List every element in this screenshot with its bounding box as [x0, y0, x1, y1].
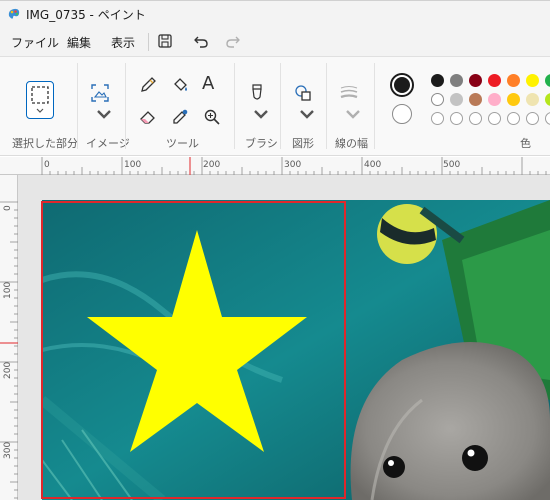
group-label-tools: ツール: [166, 137, 199, 150]
line-width-icon[interactable]: [339, 83, 359, 103]
chevron-down-icon[interactable]: [297, 105, 317, 125]
palette-empty-slot[interactable]: [488, 112, 501, 125]
ruler-top-ticks: [41, 157, 547, 175]
group-separator: [326, 63, 327, 149]
title-bar: IMG_0735 - ペイント: [0, 0, 550, 26]
palette-color[interactable]: [450, 74, 463, 87]
palette-empty-slot[interactable]: [545, 112, 550, 125]
palette-empty-slot[interactable]: [469, 112, 482, 125]
ruler-top-label: 200: [203, 160, 221, 170]
ribbon-toolbar: 選択した部分 イメージ A ツール ブラシ 図形 線の幅 色: [0, 56, 550, 156]
chevron-down-icon[interactable]: [343, 105, 363, 125]
group-label-brushes: ブラシ: [245, 137, 278, 150]
image-icon[interactable]: [90, 83, 110, 103]
ruler-top-label: 0: [44, 160, 50, 170]
group-separator: [280, 63, 281, 149]
menu-edit[interactable]: 編集: [67, 34, 91, 51]
redo-icon[interactable]: [223, 31, 243, 51]
group-label-shapes: 図形: [292, 137, 314, 150]
rectangle-select-icon: [31, 86, 49, 104]
palette-color[interactable]: [450, 93, 463, 106]
ruler-left-label: 200: [3, 361, 13, 379]
undo-icon[interactable]: [191, 31, 211, 51]
group-separator: [77, 63, 78, 149]
primary-color-swatch[interactable]: [390, 73, 414, 97]
menu-view[interactable]: 表示: [111, 34, 135, 51]
selection-button[interactable]: [26, 81, 54, 119]
ruler-left: 0 100 200 300: [0, 175, 18, 500]
palette-color[interactable]: [431, 93, 444, 106]
group-label-line-width: 線の幅: [335, 137, 368, 150]
palette-empty-slot[interactable]: [526, 112, 539, 125]
palette-color[interactable]: [469, 74, 482, 87]
ruler-left-label: 300: [3, 441, 13, 459]
save-icon[interactable]: [155, 31, 175, 51]
ruler-top-label: 100: [124, 160, 142, 170]
palette-color[interactable]: [488, 74, 501, 87]
secondary-color-swatch[interactable]: [392, 104, 412, 124]
palette-color[interactable]: [526, 93, 539, 106]
primary-color-fill: [394, 77, 410, 93]
palette-color[interactable]: [526, 74, 539, 87]
brush-icon[interactable]: [247, 83, 267, 103]
palette-color[interactable]: [488, 93, 501, 106]
group-label-selection: 選択した部分: [12, 137, 78, 150]
paint-app-icon: [8, 8, 20, 19]
color-picker-icon[interactable]: [170, 107, 190, 127]
group-separator: [374, 63, 375, 149]
fill-bucket-icon[interactable]: [170, 75, 190, 95]
palette-color[interactable]: [507, 93, 520, 106]
palette-color[interactable]: [469, 93, 482, 106]
menu-file[interactable]: ファイル: [11, 34, 59, 51]
ruler-left-label: 100: [3, 281, 13, 299]
eraser-icon[interactable]: [138, 107, 158, 127]
palette-empty-slot[interactable]: [450, 112, 463, 125]
text-tool-icon[interactable]: A: [202, 73, 222, 94]
palette-empty-slot[interactable]: [507, 112, 520, 125]
menu-separator: [148, 33, 149, 51]
chevron-down-icon[interactable]: [94, 105, 114, 125]
palette-empty-slot[interactable]: [431, 112, 444, 125]
palette-color[interactable]: [507, 74, 520, 87]
chevron-down-icon[interactable]: [251, 105, 271, 125]
ruler-left-label: 0: [3, 205, 13, 211]
group-separator: [125, 63, 126, 149]
shapes-icon[interactable]: [293, 83, 313, 103]
palette-color[interactable]: [545, 93, 550, 106]
ruler-top-label: 300: [284, 160, 302, 170]
ruler-top: 0 100 200 300 400 500: [0, 157, 550, 175]
selection-rectangle[interactable]: [41, 201, 346, 499]
palette-color[interactable]: [545, 74, 550, 87]
group-label-colors: 色: [520, 137, 531, 150]
chevron-down-icon: [36, 108, 44, 113]
pencil-icon[interactable]: [138, 75, 158, 95]
group-separator: [234, 63, 235, 149]
ruler-top-label: 400: [364, 160, 382, 170]
menu-bar: ファイル 編集 表示: [0, 26, 550, 56]
palette-color[interactable]: [431, 74, 444, 87]
ruler-top-label: 500: [443, 160, 461, 170]
window-title: IMG_0735 - ペイント: [26, 8, 146, 22]
magnifier-icon[interactable]: [202, 107, 222, 127]
group-label-image: イメージ: [86, 137, 130, 150]
